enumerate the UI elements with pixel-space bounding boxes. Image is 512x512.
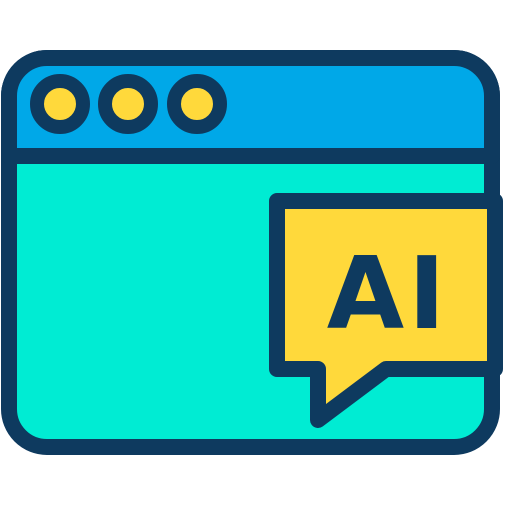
window-dot-3-icon — [167, 74, 227, 134]
ai-browser-window-icon: AI — [1, 50, 503, 455]
window-dot-1-icon — [30, 74, 90, 134]
icon-canvas: AI — [0, 0, 512, 512]
ai-badge-text: AI — [327, 235, 450, 352]
window-dot-2-icon — [98, 74, 158, 134]
